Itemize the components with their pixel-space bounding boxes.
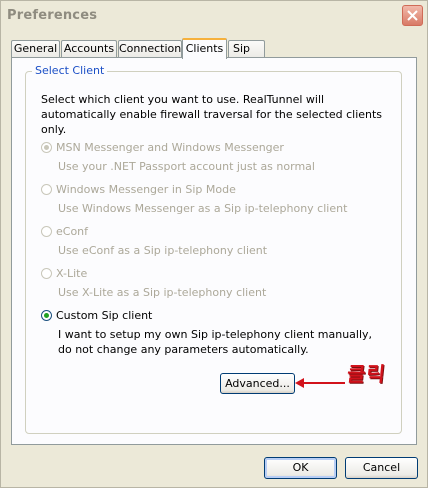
cancel-button[interactable]: Cancel — [345, 457, 418, 479]
option-description: Use eConf as a Sip ip-telephony client — [58, 244, 268, 257]
annotation-arrow-icon — [295, 378, 345, 388]
preferences-window: Preferences General Accounts Connection … — [0, 0, 428, 488]
option-description: Use X-Lite as a Sip ip-telephony client — [58, 286, 267, 299]
option-label: Custom Sip client — [56, 309, 153, 322]
clients-panel: Select Client Select which client you wa… — [11, 57, 417, 445]
tab-clients[interactable]: Clients — [182, 38, 227, 59]
radio-windows-messenger-sip[interactable] — [41, 184, 52, 195]
ok-button[interactable]: OK — [264, 457, 337, 479]
tab-connection[interactable]: Connection — [118, 40, 182, 57]
option-label: Windows Messenger in Sip Mode — [56, 183, 236, 196]
click-annotation: 클릭 — [345, 362, 388, 386]
option-description: Use Windows Messenger as a Sip ip-teleph… — [58, 202, 348, 215]
group-title: Select Client — [32, 64, 108, 77]
tab-sip[interactable]: Sip — [228, 40, 265, 57]
option-label: MSN Messenger and Windows Messenger — [56, 141, 284, 154]
option-description: Use your .NET Passport account just as n… — [58, 160, 315, 173]
radio-msn-messenger[interactable] — [41, 142, 52, 153]
radio-econf[interactable] — [41, 226, 52, 237]
option-label: X-Lite — [56, 267, 88, 280]
window-title: Preferences — [7, 8, 98, 23]
radio-x-lite[interactable] — [41, 268, 52, 279]
close-button[interactable] — [402, 5, 423, 26]
tab-general[interactable]: General — [11, 40, 60, 57]
title-bar[interactable]: Preferences — [1, 1, 427, 31]
tab-accounts[interactable]: Accounts — [61, 40, 117, 57]
advanced-button[interactable]: Advanced... — [220, 373, 295, 394]
option-label: eConf — [56, 225, 89, 238]
option-description: I want to setup my own Sip ip-telephony … — [58, 328, 373, 356]
group-description: Select which client you want to use. Rea… — [41, 93, 383, 136]
radio-custom-sip-client[interactable] — [41, 310, 52, 321]
close-icon — [407, 10, 418, 21]
